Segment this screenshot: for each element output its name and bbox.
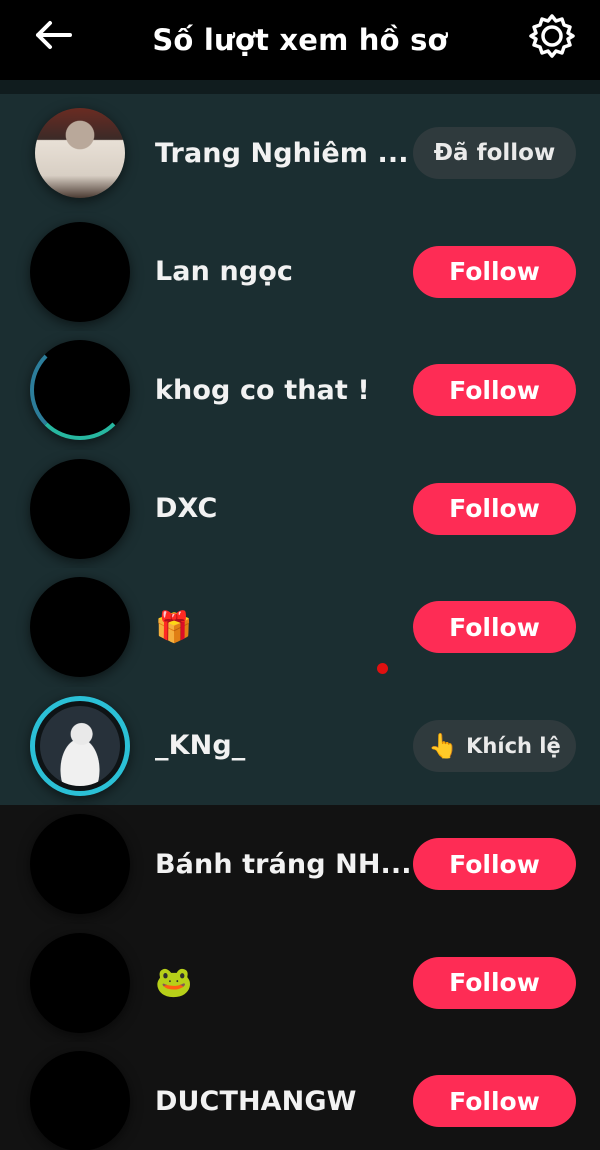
viewer-name[interactable]: 🎁	[155, 610, 192, 645]
follow-button[interactable]: Follow	[413, 364, 576, 417]
list-item[interactable]: Lan ngọc Follow	[0, 212, 600, 331]
follow-button[interactable]: Follow	[413, 1075, 576, 1128]
top-bar: Số lượt xem hồ sơ	[0, 0, 600, 80]
avatar[interactable]	[35, 108, 125, 199]
viewer-name[interactable]: DUCTHANGW	[155, 1086, 357, 1117]
follow-button[interactable]: Follow	[413, 245, 576, 298]
follow-button[interactable]: Follow	[413, 601, 576, 654]
header-divider	[0, 80, 600, 94]
list-item[interactable]: _KNg_ 👆 Khích lệ	[0, 686, 600, 805]
avatar[interactable]	[30, 814, 130, 915]
viewer-name[interactable]: 🐸	[155, 965, 192, 1000]
list-item[interactable]: Bánh tráng NH... Follow	[0, 805, 600, 924]
avatar-image	[40, 705, 120, 786]
back-button[interactable]	[28, 12, 78, 58]
avatar[interactable]	[30, 458, 130, 559]
gear-icon	[529, 14, 575, 58]
list-item[interactable]: 🐸 Follow	[0, 923, 600, 1042]
list-item[interactable]: DUCTHANGW Follow	[0, 1042, 600, 1150]
page-title: Số lượt xem hồ sơ	[152, 23, 448, 57]
viewer-name[interactable]: Trang Nghiêm ...	[155, 138, 409, 169]
avatar[interactable]	[30, 932, 130, 1033]
viewer-name[interactable]: Bánh tráng NH...	[155, 849, 412, 880]
follow-button[interactable]: Follow	[413, 482, 576, 535]
viewer-list: Trang Nghiêm ... Đã follow Lan ngọc Foll…	[0, 94, 600, 1150]
pointing-hand-icon: 👆	[428, 731, 459, 760]
follow-button[interactable]: Follow	[413, 838, 576, 891]
list-item[interactable]: 🎁 Follow	[0, 568, 600, 687]
arrow-left-icon	[36, 21, 72, 49]
notification-dot	[377, 663, 388, 674]
avatar[interactable]	[30, 695, 130, 796]
list-item[interactable]: khog co that ! Follow	[0, 331, 600, 450]
avatar[interactable]	[30, 577, 130, 678]
viewer-name[interactable]: _KNg_	[155, 730, 245, 761]
follow-button[interactable]: Follow	[413, 956, 576, 1009]
viewer-name[interactable]: khog co that !	[155, 375, 370, 406]
avatar[interactable]	[30, 221, 130, 322]
viewer-name[interactable]: Lan ngọc	[155, 256, 293, 287]
profile-views-screen: Số lượt xem hồ sơ Trang Nghiêm ... Đã fo…	[0, 0, 600, 1150]
list-item[interactable]: DXC Follow	[0, 449, 600, 568]
cheer-button-label: Khích lệ	[466, 733, 561, 758]
avatar[interactable]	[30, 340, 130, 441]
list-item[interactable]: Trang Nghiêm ... Đã follow	[0, 94, 600, 213]
viewer-name[interactable]: DXC	[155, 493, 217, 524]
avatar[interactable]	[30, 1051, 130, 1150]
settings-button[interactable]	[526, 10, 578, 62]
following-button[interactable]: Đã follow	[413, 127, 576, 180]
cheer-button[interactable]: 👆 Khích lệ	[413, 719, 576, 772]
